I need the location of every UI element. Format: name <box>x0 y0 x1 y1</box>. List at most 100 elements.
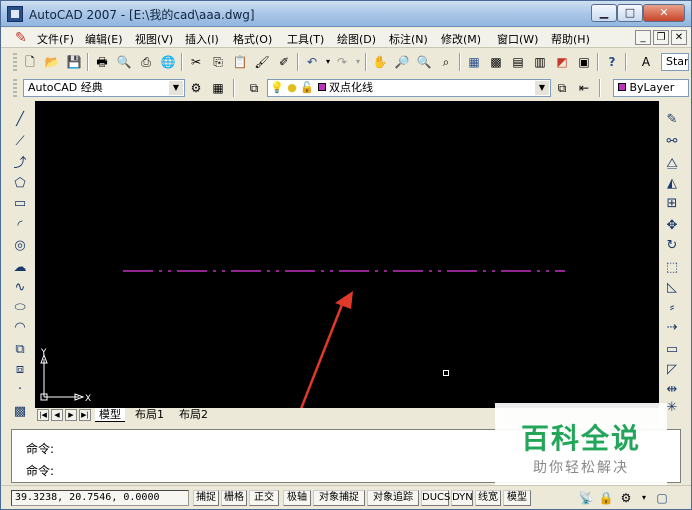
document-icon[interactable]: ✎ <box>15 30 31 46</box>
ellipse-arc-icon[interactable]: ◠ <box>11 319 29 337</box>
menu-edit[interactable]: 编辑(E) <box>85 31 123 47</box>
mirror-icon[interactable]: ⧋ <box>663 155 681 173</box>
properties-icon[interactable]: ▦ <box>465 53 483 71</box>
construction-line-icon[interactable]: ⟋ <box>11 133 29 151</box>
menu-insert[interactable]: 插入(I) <box>185 31 219 47</box>
toolbar-grip[interactable] <box>13 53 17 71</box>
point-icon[interactable]: · <box>11 381 29 399</box>
chamfer-icon[interactable]: ◸ <box>663 361 681 379</box>
toggle-polar[interactable]: 极轴 <box>283 490 311 506</box>
tab-model[interactable]: 模型 <box>95 408 125 422</box>
menu-window[interactable]: 窗口(W) <box>497 31 538 47</box>
menu-modify[interactable]: 修改(M) <box>441 31 481 47</box>
workspace-settings-icon[interactable]: ⚙ <box>187 79 205 97</box>
tab-layout1[interactable]: 布局1 <box>131 408 168 422</box>
menu-draw[interactable]: 绘图(D) <box>337 31 376 47</box>
menu-file[interactable]: 文件(F) <box>37 31 74 47</box>
print-icon[interactable]: 🖶 <box>93 53 111 71</box>
text-style-combo[interactable]: Star <box>661 53 689 71</box>
erase-icon[interactable]: ✎ <box>663 111 681 129</box>
coordinate-readout[interactable]: 39.3238, 20.7546, 0.0000 <box>11 490 189 506</box>
chevron-down-icon[interactable]: ▼ <box>535 81 549 95</box>
polyline-icon[interactable]: ⤴ <box>11 155 29 173</box>
match-properties-icon[interactable]: 🖌 <box>253 53 271 71</box>
menu-view[interactable]: 视图(V) <box>135 31 173 47</box>
join-icon[interactable]: ⇹ <box>663 381 681 399</box>
quickcalc-icon[interactable]: ▣ <box>575 53 593 71</box>
toggle-dyn[interactable]: DYN <box>451 490 473 506</box>
line-icon[interactable]: ╱ <box>11 111 29 129</box>
revision-cloud-icon[interactable]: ☁ <box>11 259 29 277</box>
my-workspace-icon[interactable]: ▦ <box>209 79 227 97</box>
zoom-realtime-icon[interactable]: 🔎 <box>393 53 411 71</box>
make-block-icon[interactable]: ⧈ <box>11 361 29 379</box>
command-prompt[interactable]: 命令: <box>26 462 54 479</box>
status-tray-settings-icon[interactable]: ⚙ <box>617 489 635 507</box>
design-center-icon[interactable]: ▩ <box>487 53 505 71</box>
layer-combo[interactable]: 💡 ● 🔓 双点化线 ▼ <box>267 79 551 97</box>
open-file-icon[interactable]: 📂 <box>43 53 61 71</box>
toggle-ducs[interactable]: DUCS <box>421 490 450 506</box>
rotate-icon[interactable]: ↻ <box>663 237 681 255</box>
prev-tab-icon[interactable]: ◀ <box>51 409 63 421</box>
break-icon[interactable]: ▭ <box>663 341 681 359</box>
drawing-canvas[interactable]: Y X <box>35 101 659 409</box>
polygon-icon[interactable]: ⬠ <box>11 175 29 193</box>
text-style-icon[interactable]: A <box>637 53 655 71</box>
doc-restore-button[interactable]: ❐ <box>653 30 669 45</box>
menu-dimension[interactable]: 标注(N) <box>389 31 428 47</box>
sheet-set-manager-icon[interactable]: ▥ <box>531 53 549 71</box>
clean-screen-icon[interactable]: ▢ <box>653 489 671 507</box>
copy-object-icon[interactable]: ⚯ <box>663 133 681 151</box>
new-file-icon[interactable]: 🗋 <box>21 53 39 71</box>
status-menu-icon[interactable]: ▾ <box>635 489 653 507</box>
trim-icon[interactable]: ⸗ <box>663 299 681 317</box>
offset-icon[interactable]: ◭ <box>663 175 681 193</box>
paste-icon[interactable]: 📋 <box>231 53 249 71</box>
toggle-ortho[interactable]: 正交 <box>249 490 279 506</box>
publish-icon[interactable]: ⎙ <box>137 53 155 71</box>
lock-toolbar-icon[interactable]: 🔒 <box>597 489 615 507</box>
toolbar-grip[interactable] <box>13 79 17 97</box>
array-icon[interactable]: ⊞ <box>663 195 681 213</box>
pan-realtime-icon[interactable]: ✋ <box>371 53 389 71</box>
toggle-snap[interactable]: 捕捉 <box>193 490 219 506</box>
tab-layout2[interactable]: 布局2 <box>175 408 212 422</box>
color-combo[interactable]: ByLayer <box>613 79 689 97</box>
stretch-icon[interactable]: ◺ <box>663 279 681 297</box>
layer-manager-icon[interactable]: ⧉ <box>245 79 263 97</box>
cut-icon[interactable]: ✂ <box>187 53 205 71</box>
toggle-otrack[interactable]: 对象追踪 <box>367 490 419 506</box>
block-editor-icon[interactable]: ✐ <box>275 53 293 71</box>
workspace-combo[interactable]: AutoCAD 经典 ▼ <box>23 79 185 97</box>
copy-icon[interactable]: ⎘ <box>209 53 227 71</box>
doc-minimize-button[interactable]: _ <box>635 30 651 45</box>
toggle-osnap[interactable]: 对象捕捉 <box>313 490 365 506</box>
ellipse-icon[interactable]: ⬭ <box>11 299 29 317</box>
save-icon[interactable]: 💾 <box>65 53 83 71</box>
minimize-button[interactable]: ▁ <box>591 4 617 22</box>
menu-tools[interactable]: 工具(T) <box>287 31 324 47</box>
last-tab-icon[interactable]: ▶| <box>79 409 91 421</box>
chevron-down-icon[interactable]: ▼ <box>169 81 183 95</box>
next-tab-icon[interactable]: ▶ <box>65 409 77 421</box>
spline-icon[interactable]: ∿ <box>11 279 29 297</box>
markup-set-manager-icon[interactable]: ◩ <box>553 53 571 71</box>
scale-icon[interactable]: ⬚ <box>663 259 681 277</box>
close-button[interactable]: ✕ <box>643 4 685 22</box>
rectangle-icon[interactable]: ▭ <box>11 195 29 213</box>
doc-close-button[interactable]: ✕ <box>671 30 687 45</box>
communication-center-icon[interactable]: 📡 <box>577 489 595 507</box>
tool-palettes-icon[interactable]: ▤ <box>509 53 527 71</box>
layer-previous-icon[interactable]: ⇤ <box>575 79 593 97</box>
make-current-layer-icon[interactable]: ⧉ <box>553 79 571 97</box>
etransmit-icon[interactable]: 🌐 <box>159 53 177 71</box>
hatch-icon[interactable]: ▩ <box>11 403 29 421</box>
extend-icon[interactable]: ⇢ <box>663 319 681 337</box>
insert-block-icon[interactable]: ⧉ <box>11 341 29 359</box>
zoom-previous-icon[interactable]: ⌕ <box>437 53 455 71</box>
menu-help[interactable]: 帮助(H) <box>551 31 590 47</box>
autocad-app-icon[interactable] <box>7 6 23 22</box>
move-icon[interactable]: ✥ <box>663 217 681 235</box>
arc-icon[interactable]: ◜ <box>11 217 29 235</box>
